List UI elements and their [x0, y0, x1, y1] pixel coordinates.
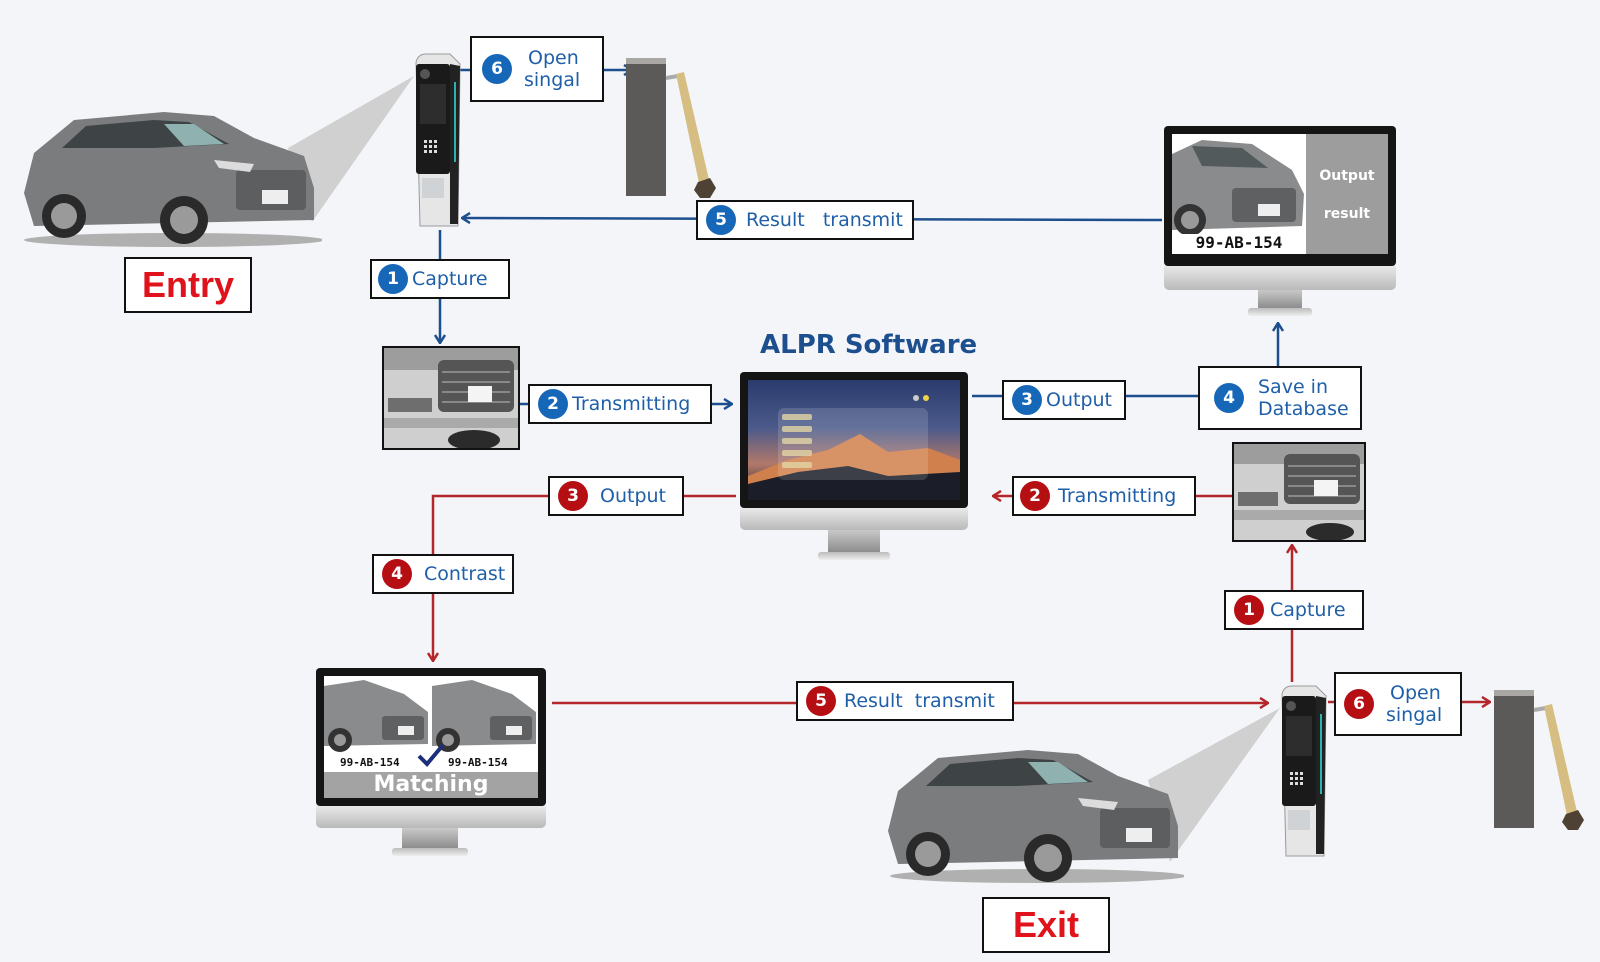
- entry-step-4-save-in-database: 4 Save in Database: [1198, 366, 1362, 430]
- step-number-badge: 2: [538, 389, 568, 419]
- plate-number-left: 99-AB-154: [340, 756, 400, 769]
- exit-car-icon: [878, 736, 1186, 884]
- entry-step-6-open-signal: 6 Open singal: [470, 36, 604, 102]
- checkmark-icon: [417, 743, 445, 767]
- step-number-badge: 2: [1020, 481, 1050, 511]
- car-photo: [1172, 140, 1304, 236]
- step-label: Output: [1046, 389, 1112, 411]
- exit-heading: Exit: [982, 897, 1110, 953]
- alpr-software-monitor-icon: [740, 372, 968, 562]
- step-label: Result transmit: [844, 690, 995, 712]
- exit-step-6-open-signal: 6 Open singal: [1334, 672, 1462, 736]
- step-number-badge: 3: [1012, 385, 1042, 415]
- step-number-badge: 6: [482, 54, 512, 84]
- output-label: Output: [1319, 168, 1375, 184]
- step-label-line1: Save in: [1258, 376, 1328, 398]
- matching-monitor-icon: 99-AB-154 99-AB-154 Matching: [316, 668, 546, 860]
- step-label: Transmitting: [1058, 485, 1177, 507]
- step-label: Capture: [1270, 599, 1346, 621]
- step-number-badge: 4: [382, 559, 412, 589]
- exit-step-5-result-transmit: 5 Result transmit: [796, 681, 1014, 721]
- exit-step-3-output: 3 Output: [548, 476, 684, 516]
- step-label-line1: Open: [1390, 682, 1441, 704]
- alpr-software-title: ALPR Software: [760, 330, 978, 360]
- plate-number-right: 99-AB-154: [448, 756, 508, 769]
- software-screen: [748, 380, 960, 500]
- step-label-line2: singal: [524, 69, 581, 91]
- step-label: Transmitting: [572, 393, 691, 415]
- step-number-badge: 3: [558, 481, 588, 511]
- step-label: Output: [600, 485, 666, 507]
- entry-lpr-camera-kiosk-icon: [412, 52, 462, 230]
- step-number-badge: 5: [806, 686, 836, 716]
- step-label-line2: Database: [1258, 398, 1349, 420]
- entry-heading: Entry: [124, 257, 252, 313]
- step-number-badge: 1: [378, 264, 408, 294]
- step-number-badge: 1: [1234, 595, 1264, 625]
- entry-step-3-output: 3 Output: [1002, 380, 1126, 420]
- result-label: result: [1323, 206, 1371, 222]
- step-label-line1: Open: [528, 47, 579, 69]
- exit-step-4-contrast: 4 Contrast: [372, 554, 514, 594]
- step-label: Result transmit: [746, 209, 903, 231]
- step-label: Contrast: [424, 563, 506, 585]
- recognized-plate-number: 99-AB-154: [1195, 233, 1283, 252]
- exit-captured-plate-image: [1232, 442, 1366, 542]
- step-number-badge: 6: [1344, 689, 1374, 719]
- entry-step-1-capture: 1 Capture: [370, 259, 510, 299]
- step-label-line2: singal: [1386, 704, 1443, 726]
- step-number-badge: 4: [1214, 383, 1244, 413]
- step-label: Capture: [412, 268, 488, 290]
- entry-captured-plate-image: [382, 346, 520, 450]
- exit-step-1-capture: 1 Capture: [1224, 590, 1364, 630]
- exit-lpr-camera-kiosk-icon: [1278, 684, 1328, 860]
- entry-output-result-monitor-icon: 99-AB-154 Output result: [1164, 126, 1396, 318]
- entry-barrier-gate-icon: [624, 56, 720, 200]
- entry-step-5-result-transmit: 5 Result transmit: [696, 200, 914, 240]
- matching-caption: Matching: [324, 772, 538, 798]
- entry-car-icon: [14, 98, 324, 248]
- step-number-badge: 5: [706, 205, 736, 235]
- entry-step-2-transmitting: 2 Transmitting: [528, 384, 712, 424]
- exit-step-2-transmitting: 2 Transmitting: [1012, 476, 1196, 516]
- exit-barrier-gate-icon: [1492, 688, 1588, 832]
